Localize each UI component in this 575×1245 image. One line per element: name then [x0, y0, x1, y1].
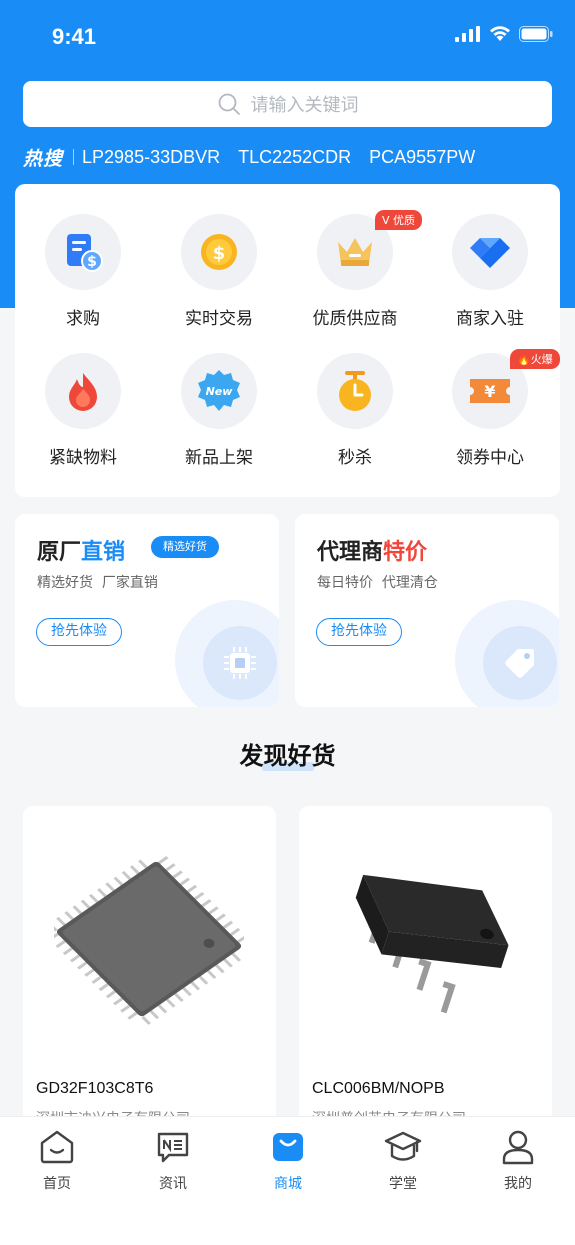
search-input[interactable]: 请输入关键词 — [251, 91, 359, 117]
search-bar[interactable]: 请输入关键词 — [23, 81, 552, 127]
graduation-cap-icon — [384, 1131, 422, 1161]
category-realtime-trade[interactable]: $ 实时交易 — [159, 214, 279, 329]
wifi-icon — [490, 26, 510, 41]
hot-search-item[interactable]: PCA9557PW — [369, 147, 475, 168]
tab-label: 商城 — [274, 1176, 302, 1192]
tab-news[interactable]: 资讯 — [133, 1127, 213, 1193]
soic-chip-icon — [355, 874, 509, 1014]
promo-subtitle: 每日特价 代理清仓 — [317, 575, 438, 591]
category-coupon-center[interactable]: ¥ 🔥火爆 领券中心 — [430, 349, 560, 468]
bottom-tab-bar: 首页 资讯 商城 学堂 我的 — [0, 1117, 575, 1245]
new-badge-icon: New — [198, 370, 240, 411]
crown-icon — [338, 238, 372, 266]
promo-subtitle: 精选好货 厂家直销 — [37, 575, 158, 591]
status-time: 9:41 — [52, 24, 97, 49]
product-image — [49, 842, 249, 1032]
category-label: 实时交易 — [185, 309, 253, 329]
category-purchase[interactable]: $ 求购 — [23, 214, 143, 329]
category-new-arrivals[interactable]: New 新品上架 — [159, 353, 279, 468]
search-icon — [218, 93, 240, 115]
tab-shop[interactable]: 商城 — [248, 1127, 328, 1193]
svg-text:New: New — [206, 385, 234, 398]
category-grid: $ 求购 $ 实时交易 V 优质 优质供应商 商家入驻 紧缺物料 New 新品上… — [15, 184, 560, 497]
hot-search-row: 热搜 LP2985-33DBVR TLC2252CDR PCA9557PW — [23, 144, 493, 170]
hot-search-label: 热搜 — [23, 147, 64, 170]
status-bar: 9:41 — [0, 0, 575, 72]
news-icon — [157, 1132, 189, 1163]
promo-title: 代理商特价 — [317, 540, 428, 565]
tab-label: 首页 — [43, 1176, 71, 1192]
battery-icon — [519, 26, 553, 42]
tab-academy[interactable]: 学堂 — [363, 1127, 443, 1193]
home-icon — [40, 1130, 74, 1164]
status-icons — [455, 26, 553, 42]
coupon-icon: ¥ — [470, 379, 510, 403]
promo-card-agent-special[interactable]: 代理商特价 每日特价 代理清仓 抢先体验 — [295, 514, 559, 707]
svg-text:¥: ¥ — [484, 382, 495, 401]
product-name: GD32F103C8T6 — [36, 1080, 154, 1097]
category-label: 求购 — [66, 309, 100, 329]
user-icon — [502, 1130, 534, 1165]
tag-icon — [483, 626, 557, 700]
quality-badge: V 优质 — [375, 210, 423, 230]
hot-search-item[interactable]: TLC2252CDR — [238, 147, 351, 168]
category-label: 新品上架 — [185, 448, 253, 468]
try-now-button[interactable]: 抢先体验 — [316, 618, 402, 646]
promo-card-factory-direct[interactable]: 原厂直销 精选好货 精选好货 厂家直销 抢先体验 — [15, 514, 279, 707]
flame-icon — [69, 373, 97, 411]
product-image — [325, 842, 525, 1032]
category-label: 秒杀 — [338, 448, 372, 468]
category-label: 商家入驻 — [456, 309, 524, 329]
tab-label: 学堂 — [389, 1176, 417, 1192]
stopwatch-icon — [339, 371, 371, 411]
hot-badge: 🔥火爆 — [510, 349, 560, 369]
product-card[interactable]: CLC006BM/NOPB 深圳普创芯电子有限公司 — [299, 806, 552, 1136]
category-scarce-material[interactable]: 紧缺物料 — [23, 353, 143, 468]
section-title: 发现好货 — [239, 742, 336, 770]
tab-label: 我的 — [504, 1176, 532, 1192]
product-name: CLC006BM/NOPB — [312, 1080, 445, 1097]
diamond-icon — [470, 238, 510, 268]
category-flash-sale[interactable]: 秒杀 — [295, 353, 415, 468]
purchase-doc-icon: $ — [67, 234, 103, 272]
category-label: 紧缺物料 — [49, 448, 117, 468]
category-label: 优质供应商 — [312, 309, 398, 329]
product-card[interactable]: GD32F103C8T6 深圳市迪兴电子有限公司 — [23, 806, 276, 1136]
promo-tag: 精选好货 — [151, 536, 219, 558]
tab-home[interactable]: 首页 — [17, 1127, 97, 1193]
category-quality-supplier[interactable]: V 优质 优质供应商 — [295, 210, 423, 329]
hot-search-divider — [73, 149, 75, 165]
svg-text:$: $ — [87, 254, 97, 270]
tab-profile[interactable]: 我的 — [478, 1127, 558, 1193]
shop-bag-icon — [273, 1133, 303, 1161]
signal-icon — [455, 26, 480, 42]
chip-icon — [203, 626, 277, 700]
tab-label: 资讯 — [159, 1176, 187, 1192]
try-now-button[interactable]: 抢先体验 — [36, 618, 122, 646]
category-label: 领券中心 — [456, 448, 524, 468]
hot-search-item[interactable]: LP2985-33DBVR — [82, 147, 220, 168]
category-merchant-join[interactable]: 商家入驻 — [430, 214, 550, 329]
qfp-chip-icon — [54, 856, 244, 1025]
promo-title: 原厂直销 — [37, 540, 126, 565]
coin-icon: $ — [201, 234, 237, 270]
svg-text:$: $ — [213, 243, 226, 264]
